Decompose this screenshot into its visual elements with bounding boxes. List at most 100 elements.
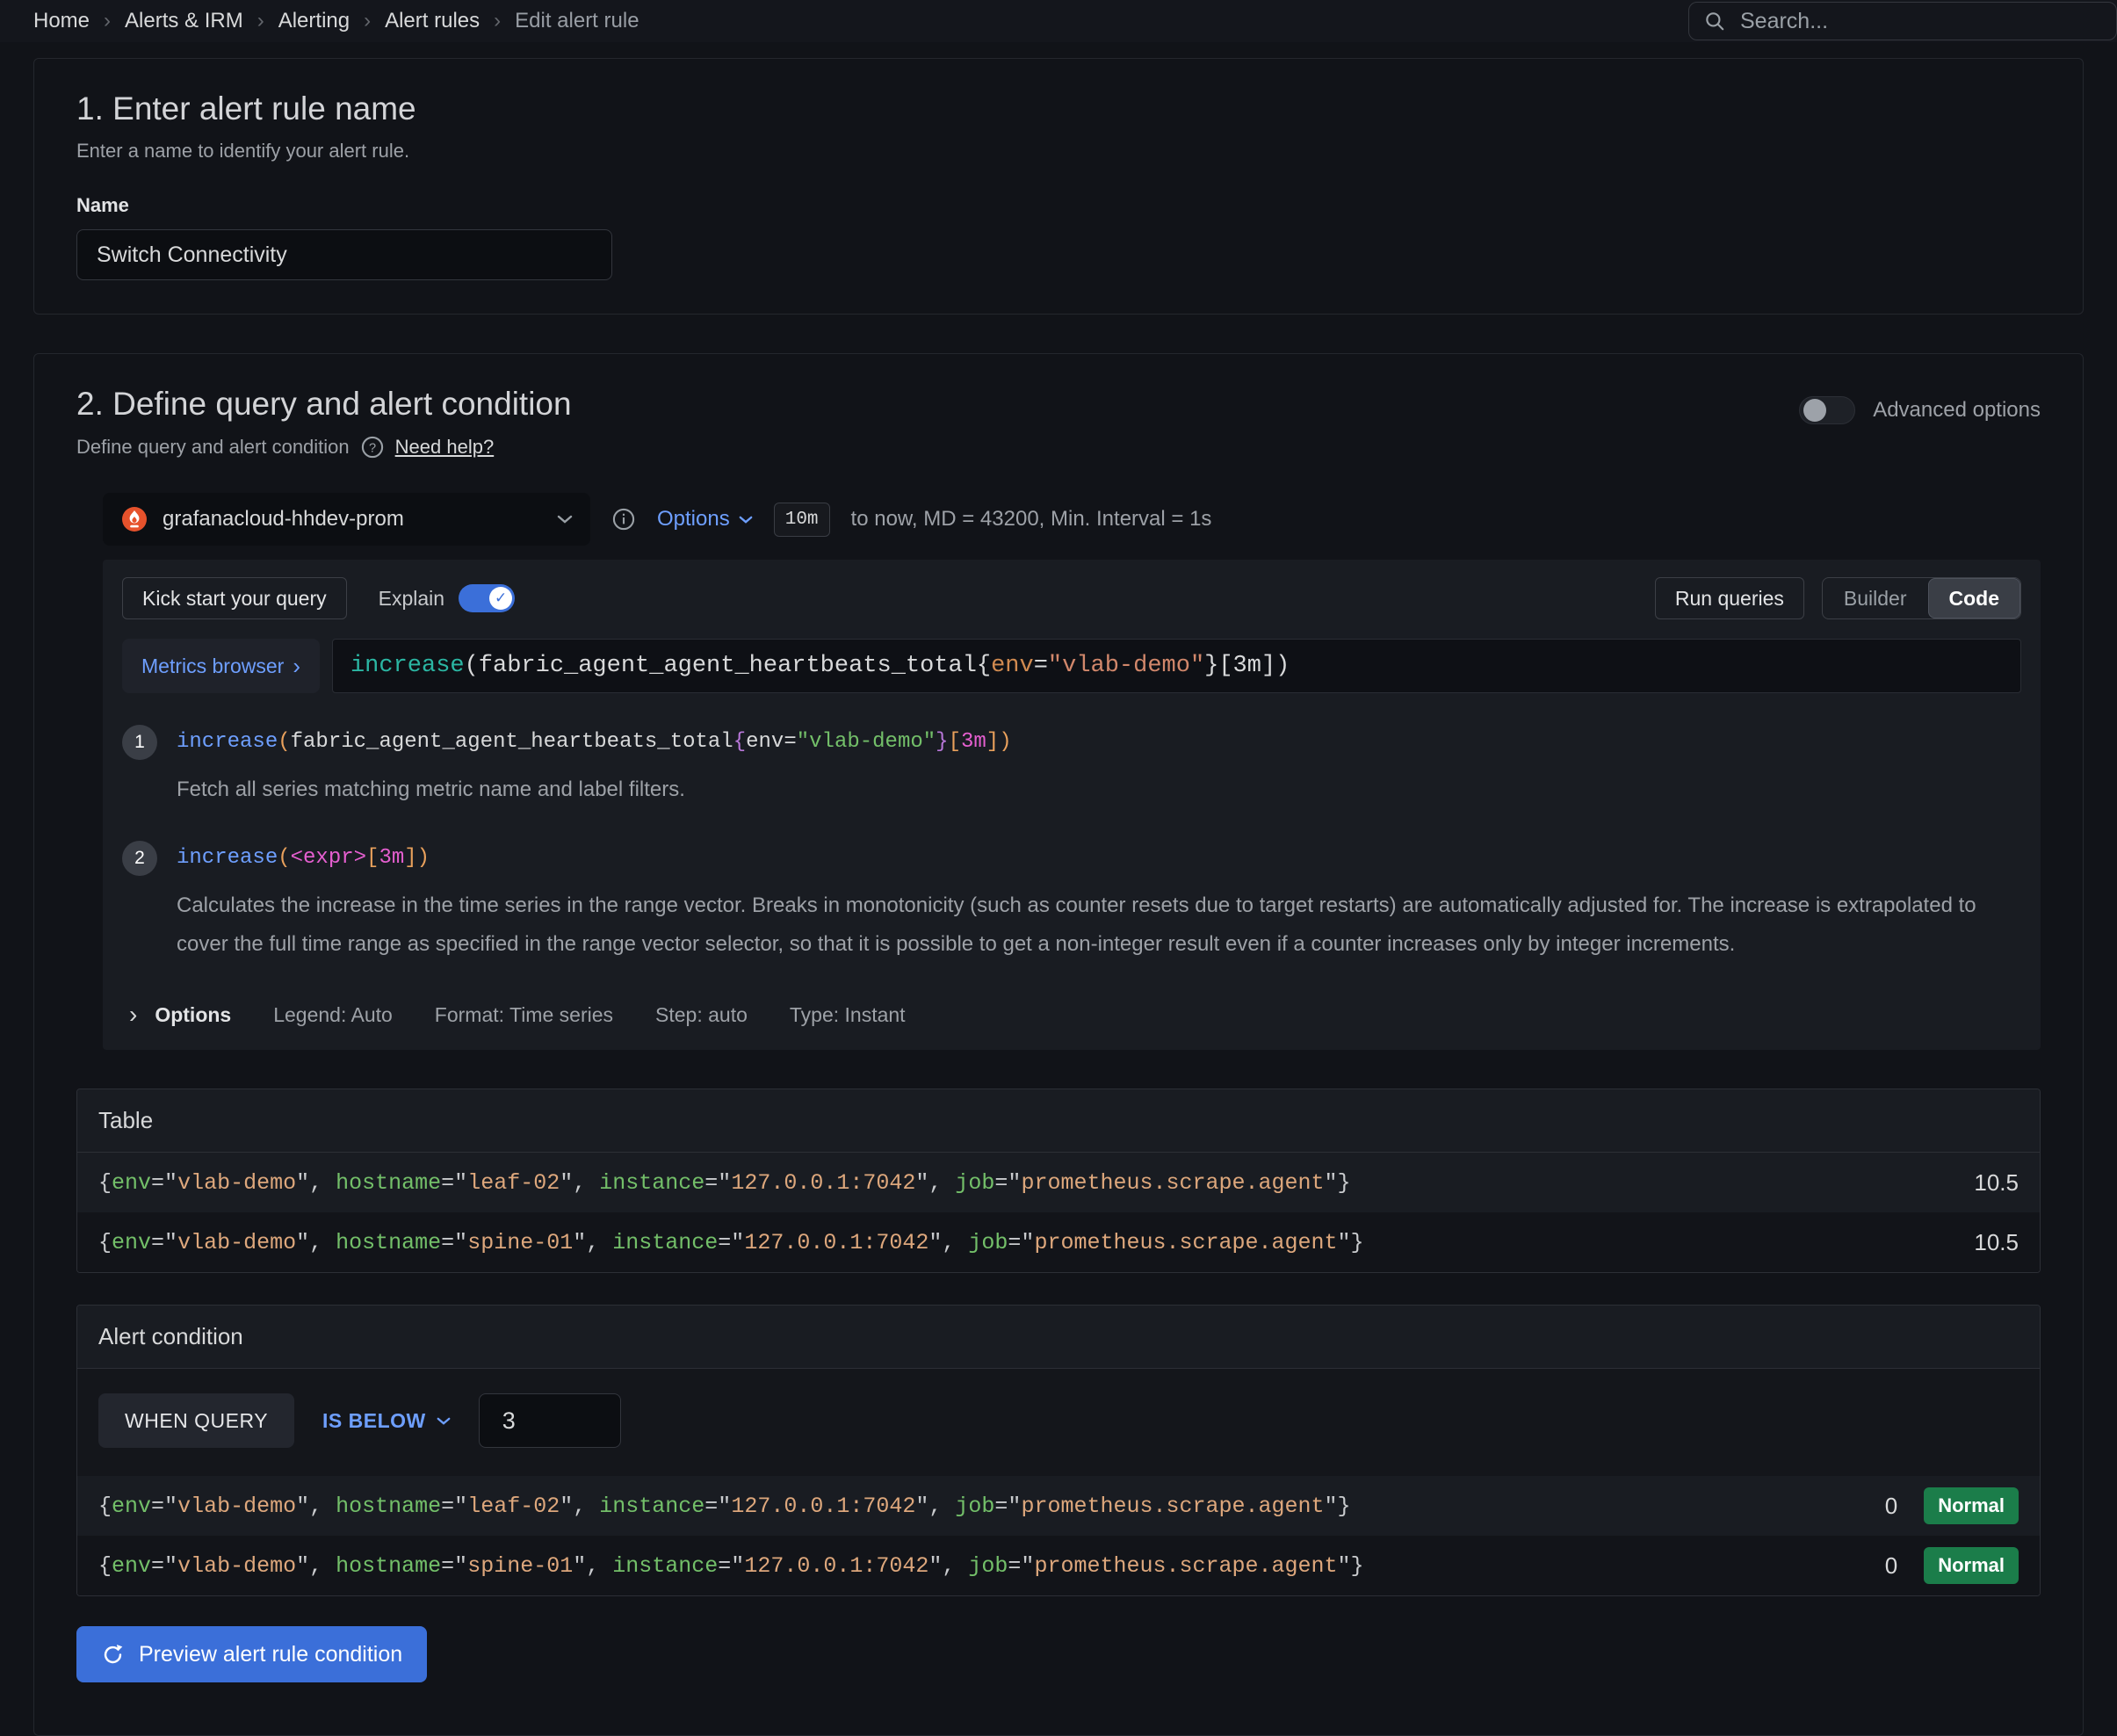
code-token: [ <box>949 730 961 754</box>
code-token: 127.0.0.1:7042 <box>731 1494 915 1519</box>
need-help-link[interactable]: Need help? <box>395 436 495 459</box>
code-token: job <box>968 1553 1008 1579</box>
search-input[interactable] <box>1738 8 2102 35</box>
code-token: " <box>1021 1230 1034 1255</box>
toggle-knob <box>1803 399 1826 422</box>
advanced-options-toggle[interactable] <box>1799 396 1855 424</box>
explain-code-2: increase(<expr>[3m]) <box>177 841 1986 876</box>
explain-step-2: 2 increase(<expr>[3m]) Calculates the in… <box>122 841 2021 964</box>
code-token: " <box>1338 1553 1351 1579</box>
state-badge: Normal <box>1924 1547 2019 1584</box>
breadcrumb-item[interactable]: Home <box>33 9 90 33</box>
code-token: " <box>718 1170 731 1196</box>
code-token: " <box>573 1553 586 1579</box>
threshold-input[interactable] <box>479 1393 621 1448</box>
code-token: " <box>1325 1494 1338 1519</box>
code-token: env <box>112 1494 151 1519</box>
code-token: job <box>955 1170 994 1196</box>
code-token: " <box>164 1170 177 1196</box>
step-number-badge: 2 <box>122 841 157 876</box>
series-labels: {env="vlab-demo", hostname="leaf-02", in… <box>98 1170 1351 1196</box>
series-value: 0 <box>1885 1552 1897 1580</box>
code-token: " <box>454 1230 467 1255</box>
code-token: increase <box>177 846 278 870</box>
code-token: } <box>1351 1230 1364 1255</box>
code-token: env <box>112 1230 151 1255</box>
name-label: Name <box>76 194 2041 217</box>
code-token: job <box>955 1494 994 1519</box>
code-token: vlab-demo <box>177 1170 296 1196</box>
code-token: " <box>560 1494 573 1519</box>
code-token: = <box>1034 653 1048 679</box>
code-token: fabric_agent_agent_heartbeats_total <box>291 730 733 754</box>
refresh-icon <box>101 1643 125 1667</box>
code-token: spine-01 <box>467 1553 573 1579</box>
code-token: } <box>1338 1494 1351 1519</box>
kick-start-query-button[interactable]: Kick start your query <box>122 577 347 619</box>
breadcrumb-item: Edit alert rule <box>515 9 639 33</box>
datasource-picker[interactable]: grafanacloud-hhdev-prom <box>103 493 590 546</box>
code-token: spine-01 <box>467 1230 573 1255</box>
code-tab[interactable]: Code <box>1928 578 2021 618</box>
code-token: instance <box>599 1494 704 1519</box>
code-token: [ <box>366 846 379 870</box>
code-token: " <box>454 1553 467 1579</box>
query-options-label: Options <box>657 507 730 532</box>
option-type: Type: Instant <box>790 1003 906 1027</box>
when-query-chip[interactable]: WHEN QUERY <box>98 1393 294 1448</box>
promql-query-input[interactable]: increase(fabric_agent_agent_heartbeats_t… <box>332 639 2021 693</box>
code-token: = <box>151 1230 164 1255</box>
code-token: , <box>309 1494 336 1519</box>
breadcrumb-separator-icon: › <box>104 9 111 33</box>
code-token: { <box>98 1230 112 1255</box>
code-token: hostname <box>336 1553 441 1579</box>
code-token: = <box>718 1230 731 1255</box>
code-token: vlab-demo <box>177 1553 296 1579</box>
explain-toggle[interactable]: ✓ <box>459 584 515 612</box>
step-number-badge: 1 <box>122 725 157 760</box>
code-token: env <box>112 1170 151 1196</box>
code-token: vlab-demo <box>177 1494 296 1519</box>
time-range-badge[interactable]: 10m <box>774 503 830 537</box>
code-token: " <box>731 1553 744 1579</box>
code-token: env= <box>746 730 797 754</box>
code-token: " <box>915 1494 928 1519</box>
code-token: prometheus.scrape.agent <box>1034 1553 1337 1579</box>
code-token: , <box>309 1230 336 1255</box>
search-box[interactable] <box>1688 2 2117 40</box>
builder-code-switch: Builder Code <box>1822 577 2021 619</box>
code-token: = <box>994 1170 1008 1196</box>
preview-alert-rule-condition-button[interactable]: Preview alert rule condition <box>76 1626 427 1682</box>
options-expander[interactable]: › Options <box>129 1001 231 1029</box>
breadcrumb-item[interactable]: Alerts & IRM <box>125 9 243 33</box>
explain-code-1: increase(fabric_agent_agent_heartbeats_t… <box>177 725 1012 760</box>
code-token: " <box>296 1553 309 1579</box>
alert-rule-name-input[interactable] <box>76 229 612 280</box>
code-token: = <box>441 1494 454 1519</box>
code-token: = <box>441 1553 454 1579</box>
query-options-dropdown[interactable]: Options <box>657 507 753 532</box>
code-token: = <box>704 1494 718 1519</box>
code-token: = <box>151 1494 164 1519</box>
section1-title: 1. Enter alert rule name <box>76 90 2041 127</box>
code-token: job <box>968 1230 1008 1255</box>
alert-result-rows: {env="vlab-demo", hostname="leaf-02", in… <box>77 1476 2040 1595</box>
code-token: " <box>573 1230 586 1255</box>
code-token: ( <box>278 846 290 870</box>
run-queries-button[interactable]: Run queries <box>1655 577 1804 619</box>
preview-button-label: Preview alert rule condition <box>139 1642 402 1667</box>
code-token: ( <box>278 730 290 754</box>
section1-subtitle: Enter a name to identify your alert rule… <box>76 140 2041 163</box>
info-circle-icon <box>611 507 636 532</box>
breadcrumb-item[interactable]: Alert rules <box>385 9 480 33</box>
breadcrumb-item[interactable]: Alerting <box>278 9 350 33</box>
series-value: 10.5 <box>1974 1229 2019 1256</box>
code-token: prometheus.scrape.agent <box>1034 1230 1337 1255</box>
code-token: "vlab-demo" <box>1048 653 1204 679</box>
series-value: 10.5 <box>1974 1169 2019 1197</box>
builder-tab[interactable]: Builder <box>1823 578 1928 618</box>
condition-operator-dropdown[interactable]: IS BELOW <box>322 1409 451 1433</box>
section2-title: 2. Define query and alert condition <box>76 386 572 423</box>
metrics-browser-button[interactable]: Metrics browser › <box>122 639 320 693</box>
breadcrumb-separator-icon: › <box>364 9 371 33</box>
